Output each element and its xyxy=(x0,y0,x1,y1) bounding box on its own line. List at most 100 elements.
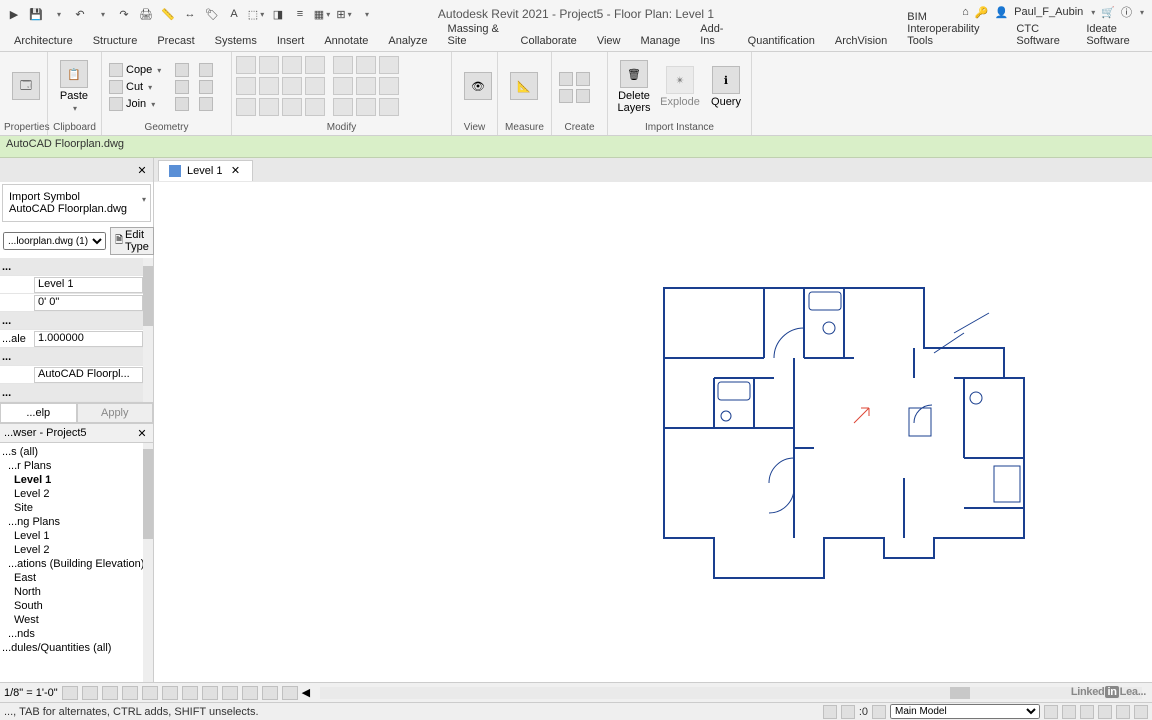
tree-item[interactable]: North xyxy=(0,585,153,599)
tab-quantification[interactable]: Quantification xyxy=(738,31,825,51)
sun-path-icon[interactable] xyxy=(102,686,118,700)
measure-icon[interactable]: 📏 xyxy=(158,4,178,24)
shadows-icon[interactable] xyxy=(122,686,138,700)
tab-analyze[interactable]: Analyze xyxy=(378,31,437,51)
temp-hide-icon[interactable] xyxy=(222,686,238,700)
delete-layers-button[interactable]: 🗑Delete Layers xyxy=(612,58,656,116)
modify-tool[interactable] xyxy=(305,98,325,116)
view-tool-button[interactable]: 👁 xyxy=(456,70,500,104)
modify-tool[interactable] xyxy=(282,77,302,95)
tab-systems[interactable]: Systems xyxy=(205,31,267,51)
tree-item[interactable]: West xyxy=(0,613,153,627)
tree-item[interactable]: Level 1 xyxy=(0,473,153,487)
worksharing-icon[interactable] xyxy=(262,686,278,700)
properties-scrollbar[interactable] xyxy=(143,258,153,402)
browser-close-icon[interactable]: ✕ xyxy=(135,426,149,440)
geom-tool-1[interactable] xyxy=(172,62,192,78)
tab-archvision[interactable]: ArchVision xyxy=(825,31,897,51)
tab-structure[interactable]: Structure xyxy=(83,31,148,51)
status-tool-6[interactable] xyxy=(1080,705,1094,719)
qat-customize-icon[interactable] xyxy=(356,4,376,24)
modify-tool[interactable] xyxy=(379,98,399,116)
prop-category[interactable]: ... xyxy=(0,384,153,402)
browser-scrollbar[interactable] xyxy=(143,443,153,682)
visual-style-icon[interactable] xyxy=(82,686,98,700)
crop-view-icon[interactable] xyxy=(162,686,178,700)
modify-tool[interactable] xyxy=(356,77,376,95)
modify-tool[interactable] xyxy=(282,98,302,116)
modify-tool[interactable] xyxy=(333,77,353,95)
view-scale[interactable]: 1/8" = 1'-0" xyxy=(4,687,58,699)
redo-icon[interactable]: ↷ xyxy=(114,4,134,24)
modify-tool[interactable] xyxy=(356,98,376,116)
tree-item[interactable]: ...ations (Building Elevation) xyxy=(0,557,153,571)
tree-item[interactable]: ...nds xyxy=(0,627,153,641)
print-icon[interactable]: 🖨 xyxy=(136,4,156,24)
modify-tool[interactable] xyxy=(282,56,302,74)
query-button[interactable]: ℹQuery xyxy=(704,64,748,110)
tab-add-ins[interactable]: Add-Ins xyxy=(690,19,737,51)
scroll-left-icon[interactable]: ◀ xyxy=(302,686,310,699)
modify-tool[interactable] xyxy=(379,56,399,74)
geom-tool-6[interactable] xyxy=(196,96,216,112)
detail-level-icon[interactable] xyxy=(62,686,78,700)
rendering-icon[interactable] xyxy=(142,686,158,700)
geom-tool-5[interactable] xyxy=(196,79,216,95)
status-tool-4[interactable] xyxy=(1044,705,1058,719)
tree-item[interactable]: ...s (all) xyxy=(0,445,153,459)
prop-category[interactable]: ... xyxy=(0,312,153,330)
drawing-canvas[interactable] xyxy=(154,182,1152,682)
app-menu-icon[interactable]: ▶ xyxy=(4,4,24,24)
crop-region-icon[interactable] xyxy=(182,686,198,700)
tree-item[interactable]: East xyxy=(0,571,153,585)
workset-selector[interactable]: Main Model xyxy=(890,704,1040,719)
prop-scale[interactable]: 1.000000 xyxy=(34,331,143,347)
undo-dropdown-icon[interactable] xyxy=(92,4,112,24)
tree-item[interactable]: ...ng Plans xyxy=(0,515,153,529)
reveal-constraints-icon[interactable] xyxy=(282,686,298,700)
thin-lines-icon[interactable]: ≡ xyxy=(290,4,310,24)
tab-annotate[interactable]: Annotate xyxy=(314,31,378,51)
geom-tool-3[interactable] xyxy=(172,96,192,112)
modify-tool[interactable] xyxy=(259,77,279,95)
edit-type-button[interactable]: 🗎Edit Type xyxy=(110,227,154,255)
status-tool-5[interactable] xyxy=(1062,705,1076,719)
prop-base-offset[interactable]: 0' 0" xyxy=(34,295,143,311)
explode-button[interactable]: ✴Explode xyxy=(658,64,702,110)
properties-close-icon[interactable]: ✕ xyxy=(135,163,149,177)
tab-collaborate[interactable]: Collaborate xyxy=(511,31,587,51)
geom-tool-2[interactable] xyxy=(172,79,192,95)
instance-selector[interactable]: ...loorplan.dwg (1) xyxy=(3,232,106,250)
modify-tool[interactable] xyxy=(333,56,353,74)
modify-tool[interactable] xyxy=(259,98,279,116)
modify-tool[interactable] xyxy=(305,56,325,74)
prop-category[interactable]: ... xyxy=(0,258,153,276)
modify-tool[interactable] xyxy=(305,77,325,95)
view-tab-level1[interactable]: Level 1 ✕ xyxy=(158,160,253,181)
user-icon[interactable]: 👤 xyxy=(994,6,1008,19)
prop-name[interactable]: AutoCAD Floorpl... xyxy=(34,367,143,383)
join-button[interactable]: Join xyxy=(106,96,164,112)
save-dropdown-icon[interactable] xyxy=(48,4,68,24)
keys-icon[interactable]: 🔑 xyxy=(975,6,989,19)
modify-tool[interactable] xyxy=(259,56,279,74)
horizontal-scrollbar[interactable] xyxy=(320,687,1142,699)
close-windows-icon[interactable]: ▦ xyxy=(312,4,332,24)
tree-item[interactable]: Level 2 xyxy=(0,543,153,557)
help-dropdown-icon[interactable] xyxy=(1138,6,1144,18)
status-tool-8[interactable] xyxy=(1116,705,1130,719)
reveal-hidden-icon[interactable] xyxy=(242,686,258,700)
tree-item[interactable]: South xyxy=(0,599,153,613)
tab-architecture[interactable]: Architecture xyxy=(4,31,83,51)
tab-insert[interactable]: Insert xyxy=(267,31,315,51)
undo-icon[interactable]: ↶ xyxy=(70,4,90,24)
imported-floorplan[interactable] xyxy=(654,278,1034,608)
modify-tool[interactable] xyxy=(379,77,399,95)
text-icon[interactable]: A xyxy=(224,4,244,24)
cut-button[interactable]: Cut xyxy=(106,79,164,95)
measure-button[interactable]: 📐 xyxy=(502,70,546,104)
tab-ideate[interactable]: Ideate Software xyxy=(1076,19,1152,51)
tree-item[interactable]: Site xyxy=(0,501,153,515)
status-tool-9[interactable] xyxy=(1134,705,1148,719)
status-tool-7[interactable] xyxy=(1098,705,1112,719)
